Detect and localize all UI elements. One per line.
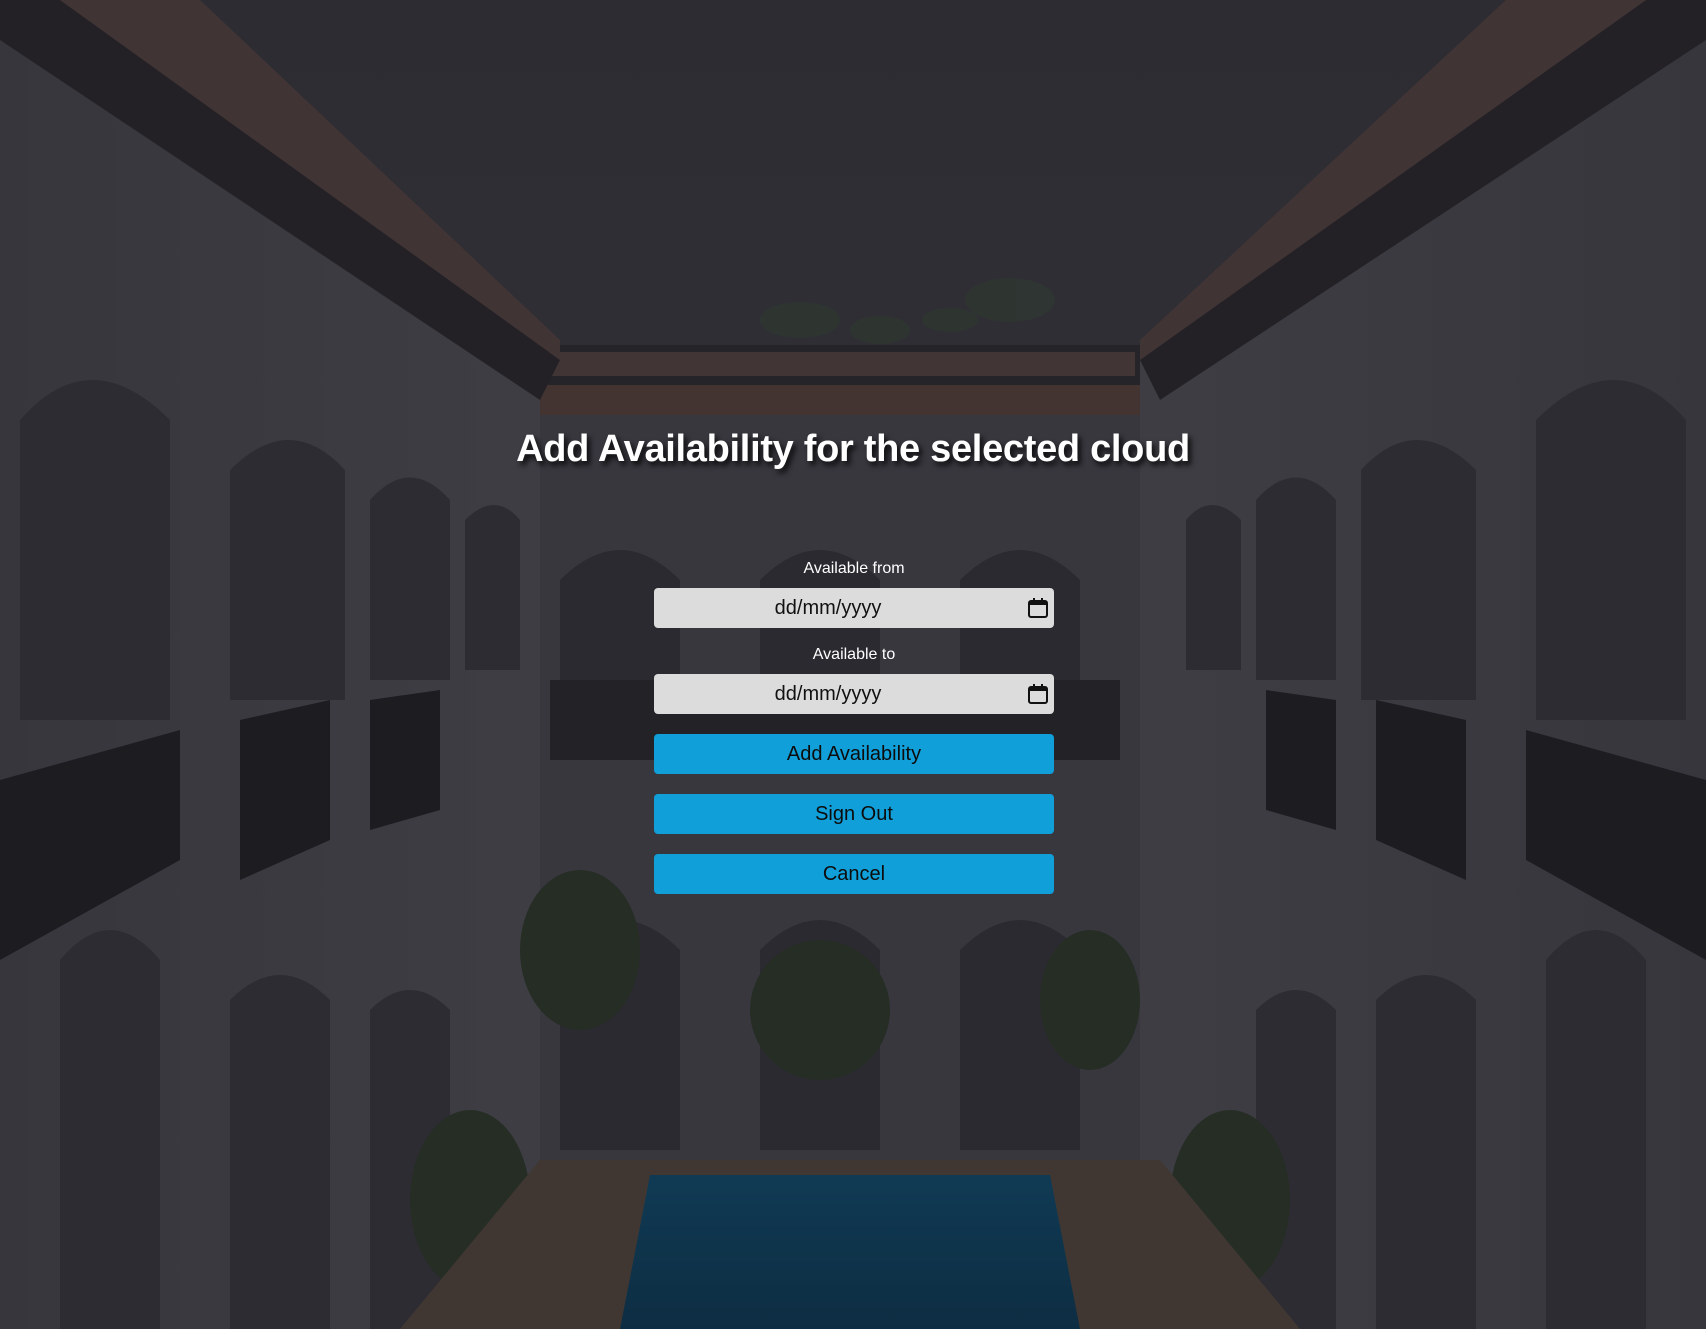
available-from-value: dd/mm/yyyy [774, 597, 882, 619]
available-from-label: Available from [803, 560, 905, 577]
calendar-icon[interactable] [1026, 682, 1050, 706]
available-to-label: Available to [812, 646, 896, 663]
calendar-icon[interactable] [1026, 596, 1050, 620]
availability-form: Available from dd/mm/yyyy Available to d… [654, 556, 1054, 914]
page-title: Add Availability for the selected cloud [516, 428, 1190, 470]
page-content: Add Availability for the selected cloud … [0, 0, 1706, 1329]
sign-out-button[interactable]: Sign Out [654, 794, 1054, 834]
available-to-date-input[interactable]: dd/mm/yyyy [654, 674, 1054, 714]
available-to-value: dd/mm/yyyy [774, 683, 882, 705]
cancel-button[interactable]: Cancel [654, 854, 1054, 894]
available-from-date-input[interactable]: dd/mm/yyyy [654, 588, 1054, 628]
add-availability-button[interactable]: Add Availability [654, 734, 1054, 774]
